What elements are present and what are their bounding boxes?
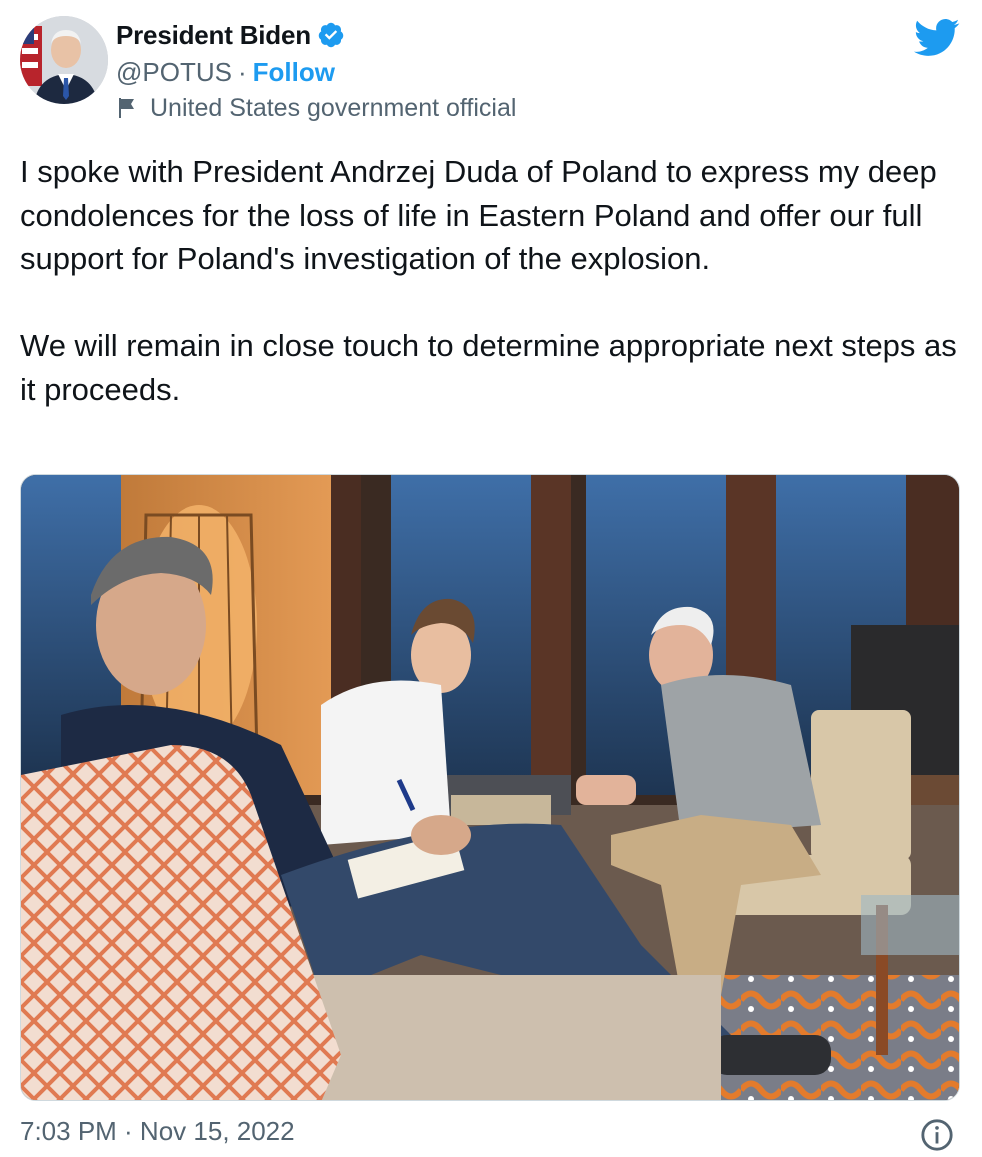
tweet-paragraph: We will remain in close touch to determi… (20, 328, 957, 407)
tweet-card: President Biden @POTUS · Follow United S… (0, 0, 982, 1156)
verified-badge-icon (317, 21, 345, 49)
tweet-timestamp[interactable]: 7:03 PM · Nov 15, 2022 (20, 1116, 295, 1147)
avatar-image (20, 16, 108, 104)
avatar[interactable] (20, 16, 108, 104)
info-icon[interactable] (920, 1118, 954, 1152)
separator-dot: · (237, 56, 247, 87)
author-name-row: President Biden (116, 18, 345, 52)
photo-image (21, 475, 959, 1100)
follow-button[interactable]: Follow (253, 57, 335, 88)
tweet-paragraph: I spoke with President Andrzej Duda of P… (20, 154, 937, 276)
account-label-row: United States government official (116, 91, 516, 125)
tweet-photo[interactable] (20, 474, 960, 1101)
author-handle[interactable]: @POTUS (116, 57, 232, 88)
account-label[interactable]: United States government official (150, 94, 516, 123)
twitter-bird-icon[interactable] (914, 18, 960, 58)
author-display-name[interactable]: President Biden (116, 20, 311, 51)
author-handle-row: @POTUS · Follow (116, 55, 335, 89)
flag-icon (116, 96, 140, 120)
tweet-text: I spoke with President Andrzej Duda of P… (20, 150, 960, 411)
